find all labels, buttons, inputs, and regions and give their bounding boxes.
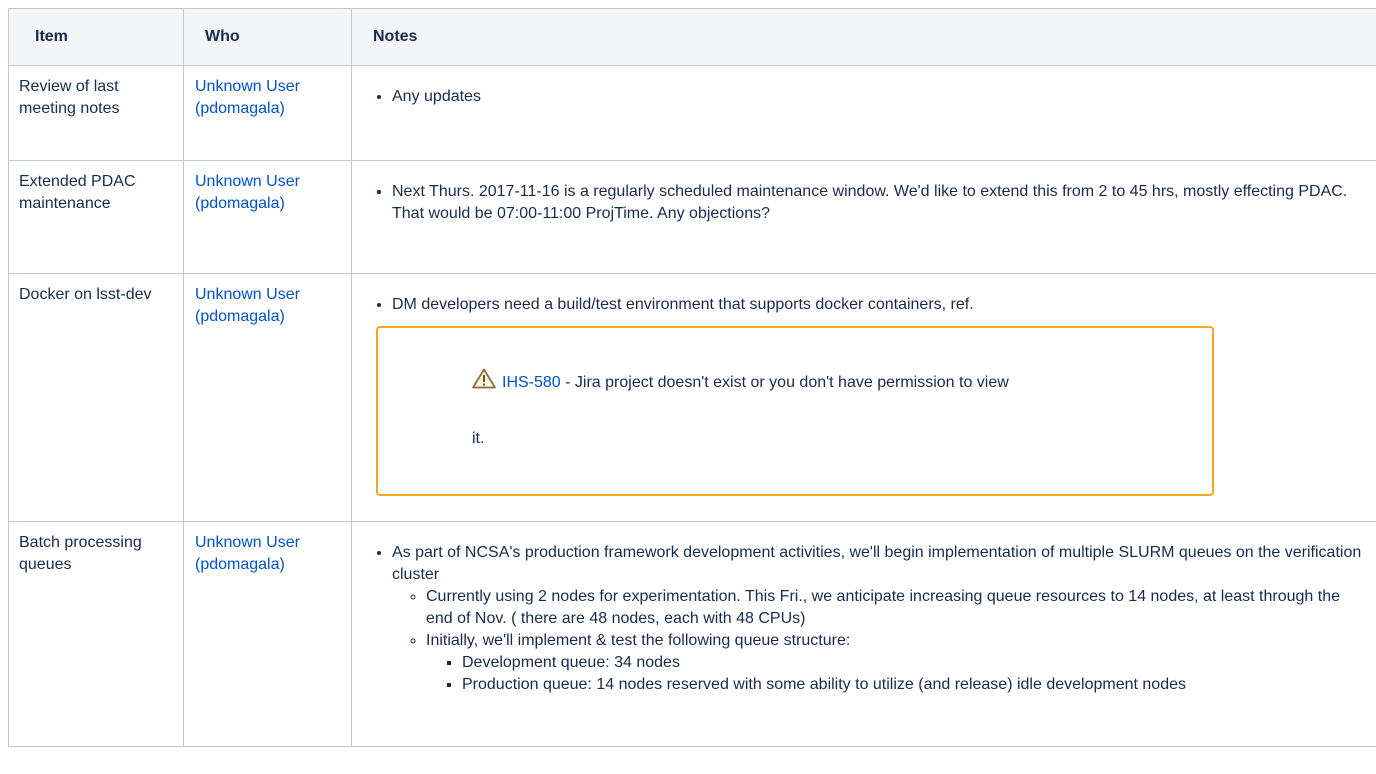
- user-id: (pdomagala): [195, 556, 285, 573]
- user-name: Unknown User: [195, 78, 300, 95]
- jira-issue-line: IHS-580 - Jira project doesn't exist or …: [472, 368, 1009, 394]
- list-item: Any updates: [392, 86, 1366, 108]
- item-cell: Batch processing queues: [8, 521, 184, 747]
- who-cell: Unknown User (pdomagala): [183, 160, 352, 274]
- column-header-notes[interactable]: Notes: [351, 8, 1376, 66]
- who-cell: Unknown User (pdomagala): [183, 65, 352, 161]
- jira-issue-message-tail: it.: [472, 430, 485, 447]
- table-row: Batch processing queues Unknown User (pd…: [8, 521, 1376, 747]
- notes-list: DM developers need a build/test environm…: [364, 294, 1366, 316]
- user-link[interactable]: Unknown User (pdomagala): [195, 534, 300, 573]
- sub-sub-list: Development queue: 34 nodes Production q…: [426, 652, 1366, 696]
- sub-list: Currently using 2 nodes for experimentat…: [392, 586, 1366, 696]
- meeting-notes-table: Item Who Notes Review of last meeting no…: [8, 8, 1376, 747]
- sub-sub-list-item: Production queue: 14 nodes reserved with…: [462, 674, 1366, 696]
- user-link[interactable]: Unknown User (pdomagala): [195, 286, 300, 325]
- item-cell: Extended PDAC maintenance: [8, 160, 184, 274]
- table-header-row: Item Who Notes: [8, 8, 1376, 66]
- notes-cell: Any updates: [351, 65, 1376, 161]
- item-cell: Docker on lsst-dev: [8, 273, 184, 522]
- notes-cell: Next Thurs. 2017-11-16 is a regularly sc…: [351, 160, 1376, 274]
- list-item-text: As part of NCSA's production framework d…: [392, 544, 1362, 583]
- list-item: Next Thurs. 2017-11-16 is a regularly sc…: [392, 181, 1366, 225]
- item-cell: Review of last meeting notes: [8, 65, 184, 161]
- jira-issue-message: - Jira project doesn't exist or you don'…: [560, 374, 1009, 391]
- notes-list: As part of NCSA's production framework d…: [364, 542, 1366, 696]
- user-id: (pdomagala): [195, 308, 285, 325]
- jira-issue-key-link[interactable]: IHS-580: [502, 374, 561, 391]
- user-link[interactable]: Unknown User (pdomagala): [195, 173, 300, 212]
- column-header-item[interactable]: Item: [8, 8, 184, 66]
- notes-cell: DM developers need a build/test environm…: [351, 273, 1376, 522]
- notes-list: Any updates: [364, 86, 1366, 108]
- table-row: Extended PDAC maintenance Unknown User (…: [8, 160, 1376, 274]
- sub-list-item: Initially, we'll implement & test the fo…: [426, 630, 1366, 696]
- list-item: DM developers need a build/test environm…: [392, 294, 1366, 316]
- user-name: Unknown User: [195, 534, 300, 551]
- user-name: Unknown User: [195, 173, 300, 190]
- user-id: (pdomagala): [195, 195, 285, 212]
- user-id: (pdomagala): [195, 100, 285, 117]
- table-row: Review of last meeting notes Unknown Use…: [8, 65, 1376, 161]
- user-link[interactable]: Unknown User (pdomagala): [195, 78, 300, 117]
- warning-triangle-icon: [472, 368, 496, 389]
- notes-cell: As part of NCSA's production framework d…: [351, 521, 1376, 747]
- list-item: As part of NCSA's production framework d…: [392, 542, 1366, 696]
- notes-list: Next Thurs. 2017-11-16 is a regularly sc…: [364, 181, 1366, 225]
- column-header-who[interactable]: Who: [183, 8, 352, 66]
- table-row: Docker on lsst-dev Unknown User (pdomaga…: [8, 273, 1376, 522]
- jira-issue-macro: IHS-580 - Jira project doesn't exist or …: [376, 326, 1214, 496]
- sub-list-item: Currently using 2 nodes for experimentat…: [426, 586, 1366, 630]
- user-name: Unknown User: [195, 286, 300, 303]
- sub-list-item-text: Initially, we'll implement & test the fo…: [426, 632, 851, 649]
- who-cell: Unknown User (pdomagala): [183, 521, 352, 747]
- who-cell: Unknown User (pdomagala): [183, 273, 352, 522]
- sub-sub-list-item: Development queue: 34 nodes: [462, 652, 1366, 674]
